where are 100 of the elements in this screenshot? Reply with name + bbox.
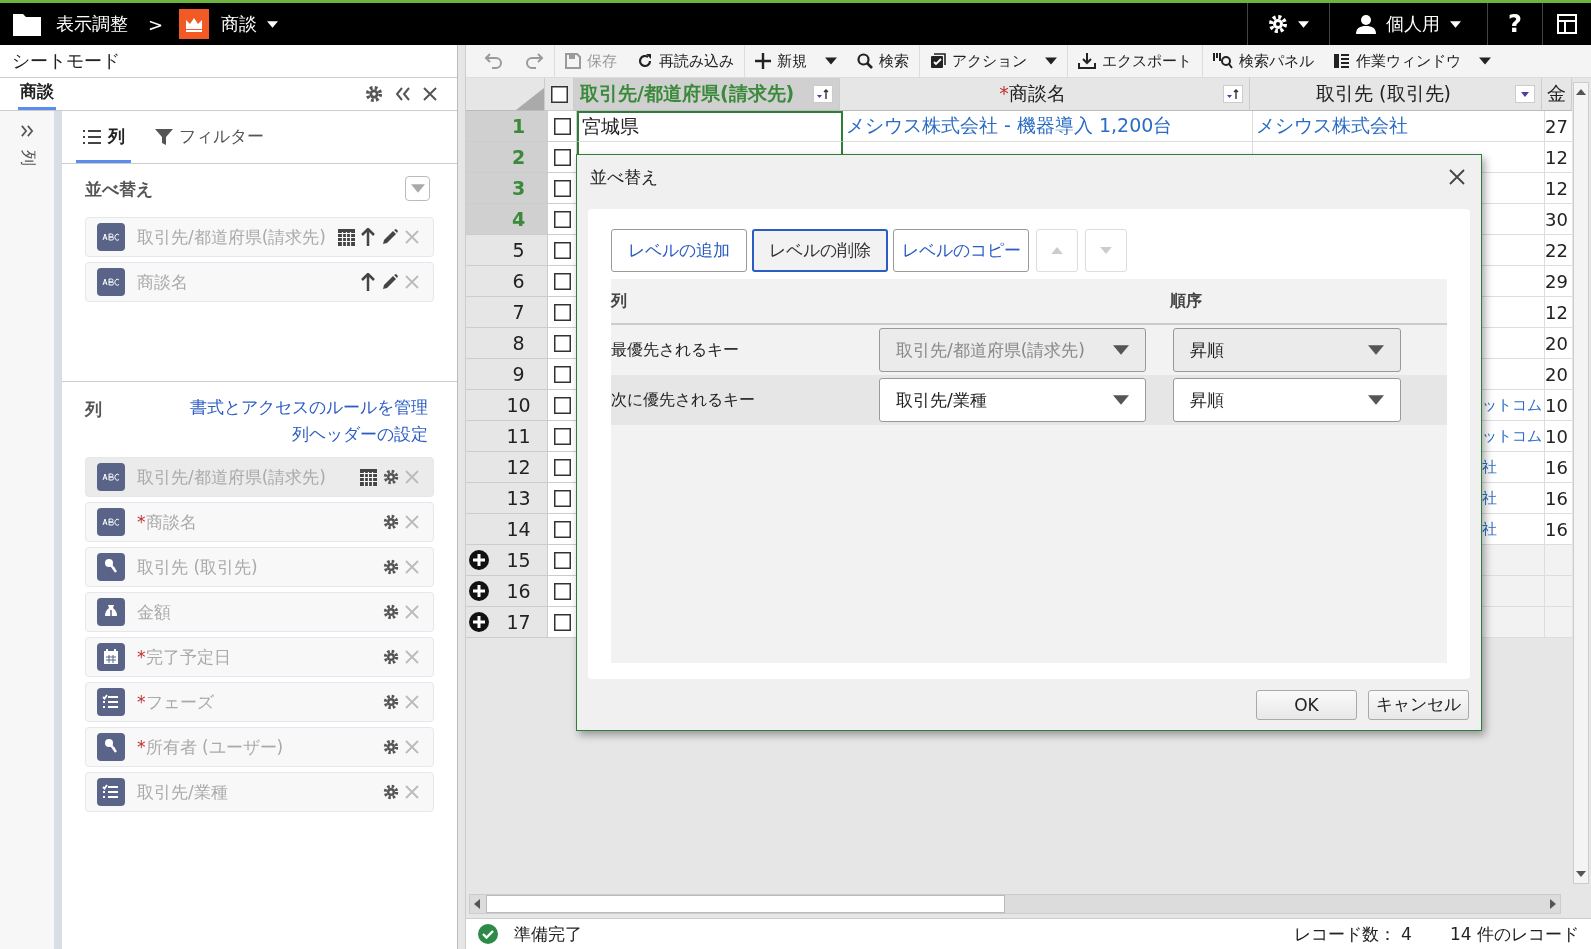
row-header[interactable]: 15	[466, 545, 548, 576]
module-menu[interactable]: 商談	[221, 12, 279, 36]
column-item[interactable]: *フェーズ	[85, 682, 434, 722]
checkbox[interactable]	[553, 396, 571, 414]
checkbox[interactable]	[553, 334, 571, 352]
panel-subtab[interactable]: フィルター	[149, 125, 270, 163]
checkbox[interactable]	[553, 458, 571, 476]
scroll-up-icon[interactable]	[1576, 89, 1586, 95]
level-button[interactable]: レベルのコピー	[893, 229, 1029, 272]
sort-level-row[interactable]: 次に優先されるキー 取引先/業種 昇順	[611, 375, 1447, 425]
row-header[interactable]: 9	[466, 359, 548, 390]
row-header[interactable]: 16	[466, 576, 548, 607]
caret-icon	[1479, 57, 1491, 65]
check-icon	[478, 924, 498, 944]
add-row-icon[interactable]	[469, 581, 489, 601]
row-header[interactable]: 14	[466, 514, 548, 545]
checkbox[interactable]	[553, 210, 571, 228]
expand-icon[interactable]	[20, 125, 35, 137]
toolbar-button[interactable]: エクスポート	[1067, 45, 1202, 77]
checkbox[interactable]	[553, 272, 571, 290]
column-item[interactable]: *完了予定日	[85, 637, 434, 677]
toolbar-button[interactable]: 再読み込み	[627, 45, 744, 77]
checkbox[interactable]	[553, 613, 571, 631]
scroll-down-icon[interactable]	[1576, 871, 1586, 877]
column-header[interactable]: 取引先 (取引先)	[1250, 78, 1542, 111]
checkbox[interactable]	[553, 365, 571, 383]
horizontal-scrollbar[interactable]	[469, 894, 1561, 914]
checkbox[interactable]	[553, 241, 571, 259]
cancel-button[interactable]: キャンセル	[1368, 689, 1469, 720]
row-header[interactable]: 13	[466, 483, 548, 514]
row-header[interactable]: 8	[466, 328, 548, 359]
collapse-icon[interactable]	[395, 87, 411, 101]
grid-icon[interactable]	[360, 468, 377, 486]
pencil-icon[interactable]	[381, 273, 399, 291]
checkbox[interactable]	[553, 551, 571, 569]
column-item[interactable]: *商談名	[85, 502, 434, 542]
add-row-icon[interactable]	[469, 550, 489, 570]
row-header[interactable]: 12	[466, 452, 548, 483]
breadcrumb-link[interactable]: 表示調整	[56, 12, 128, 36]
row-header[interactable]: 10	[466, 390, 548, 421]
settings-icon[interactable]	[383, 604, 399, 620]
toolbar-button[interactable]: 検索パネル	[1202, 45, 1324, 77]
toolbar-button[interactable]: 作業ウィンドウ	[1324, 45, 1501, 77]
filter-dropdown-icon[interactable]	[1515, 85, 1535, 103]
toolbar-button[interactable]: 新規	[744, 45, 847, 77]
checkbox[interactable]	[553, 148, 571, 166]
column-select[interactable]: 取引先/業種	[879, 378, 1146, 422]
scroll-left-icon[interactable]	[474, 899, 480, 909]
checkbox[interactable]	[553, 520, 571, 538]
close-icon[interactable]	[1449, 169, 1465, 185]
link[interactable]: 書式とアクセスのルールを管理	[190, 396, 428, 419]
panel-subtab[interactable]: 列	[76, 125, 131, 163]
checkbox[interactable]	[553, 117, 571, 135]
settings-icon[interactable]	[383, 694, 399, 710]
arrow-up-icon[interactable]	[361, 228, 375, 246]
level-button[interactable]: レベルの追加	[611, 229, 747, 272]
scroll-right-icon[interactable]	[1550, 899, 1556, 909]
add-row-icon[interactable]	[469, 612, 489, 632]
link[interactable]: 列ヘッダーの設定	[292, 423, 428, 446]
row-header[interactable]: 6	[466, 266, 548, 297]
settings-icon[interactable]	[383, 784, 399, 800]
settings-icon[interactable]	[365, 85, 383, 103]
row-header[interactable]: 5	[466, 235, 548, 266]
column-header[interactable]: 金	[1542, 78, 1572, 111]
row-header[interactable]: 17	[466, 607, 548, 638]
checkbox[interactable]	[553, 489, 571, 507]
checkbox[interactable]	[553, 303, 571, 321]
checkbox[interactable]	[553, 582, 571, 600]
pencil-icon[interactable]	[381, 228, 399, 246]
scroll-thumb[interactable]	[486, 895, 1005, 913]
level-button[interactable]: レベルの削除	[752, 229, 888, 272]
column-header[interactable]: *商談名	[840, 78, 1250, 111]
settings-icon[interactable]	[383, 514, 399, 530]
sort-icon[interactable]	[813, 85, 833, 103]
ok-button[interactable]: OK	[1256, 689, 1357, 720]
folder-icon[interactable]	[12, 11, 42, 37]
settings-icon[interactable]	[383, 739, 399, 755]
vertical-scrollbar[interactable]	[1573, 82, 1589, 884]
sort-icon[interactable]	[1223, 85, 1243, 103]
order-select[interactable]: 昇順	[1173, 378, 1401, 422]
arrow-up-icon[interactable]	[361, 273, 375, 291]
section-heading: 並べ替え	[85, 178, 153, 201]
settings-icon[interactable]	[383, 559, 399, 575]
row-header[interactable]: 11	[466, 421, 548, 452]
caret-icon	[1368, 345, 1384, 355]
level-label: 次に優先されるキー	[611, 389, 756, 411]
collapsed-tab[interactable]: 列	[16, 149, 38, 166]
settings-icon[interactable]	[383, 649, 399, 665]
checkbox[interactable]	[553, 427, 571, 445]
toolbar-button[interactable]: アクション	[919, 45, 1067, 77]
toolbar-button[interactable]: 検索	[847, 45, 919, 77]
grid-icon[interactable]	[338, 228, 355, 246]
checkbox[interactable]	[553, 179, 571, 197]
row-header[interactable]: 7	[466, 297, 548, 328]
settings-icon[interactable]	[383, 469, 399, 485]
column-item[interactable]: *所有者 (ユーザー)	[85, 727, 434, 767]
checkbox[interactable]	[550, 85, 568, 103]
close-icon[interactable]	[423, 87, 437, 101]
column-header: 順序	[1170, 290, 1202, 312]
caret-down-icon	[1100, 247, 1112, 254]
